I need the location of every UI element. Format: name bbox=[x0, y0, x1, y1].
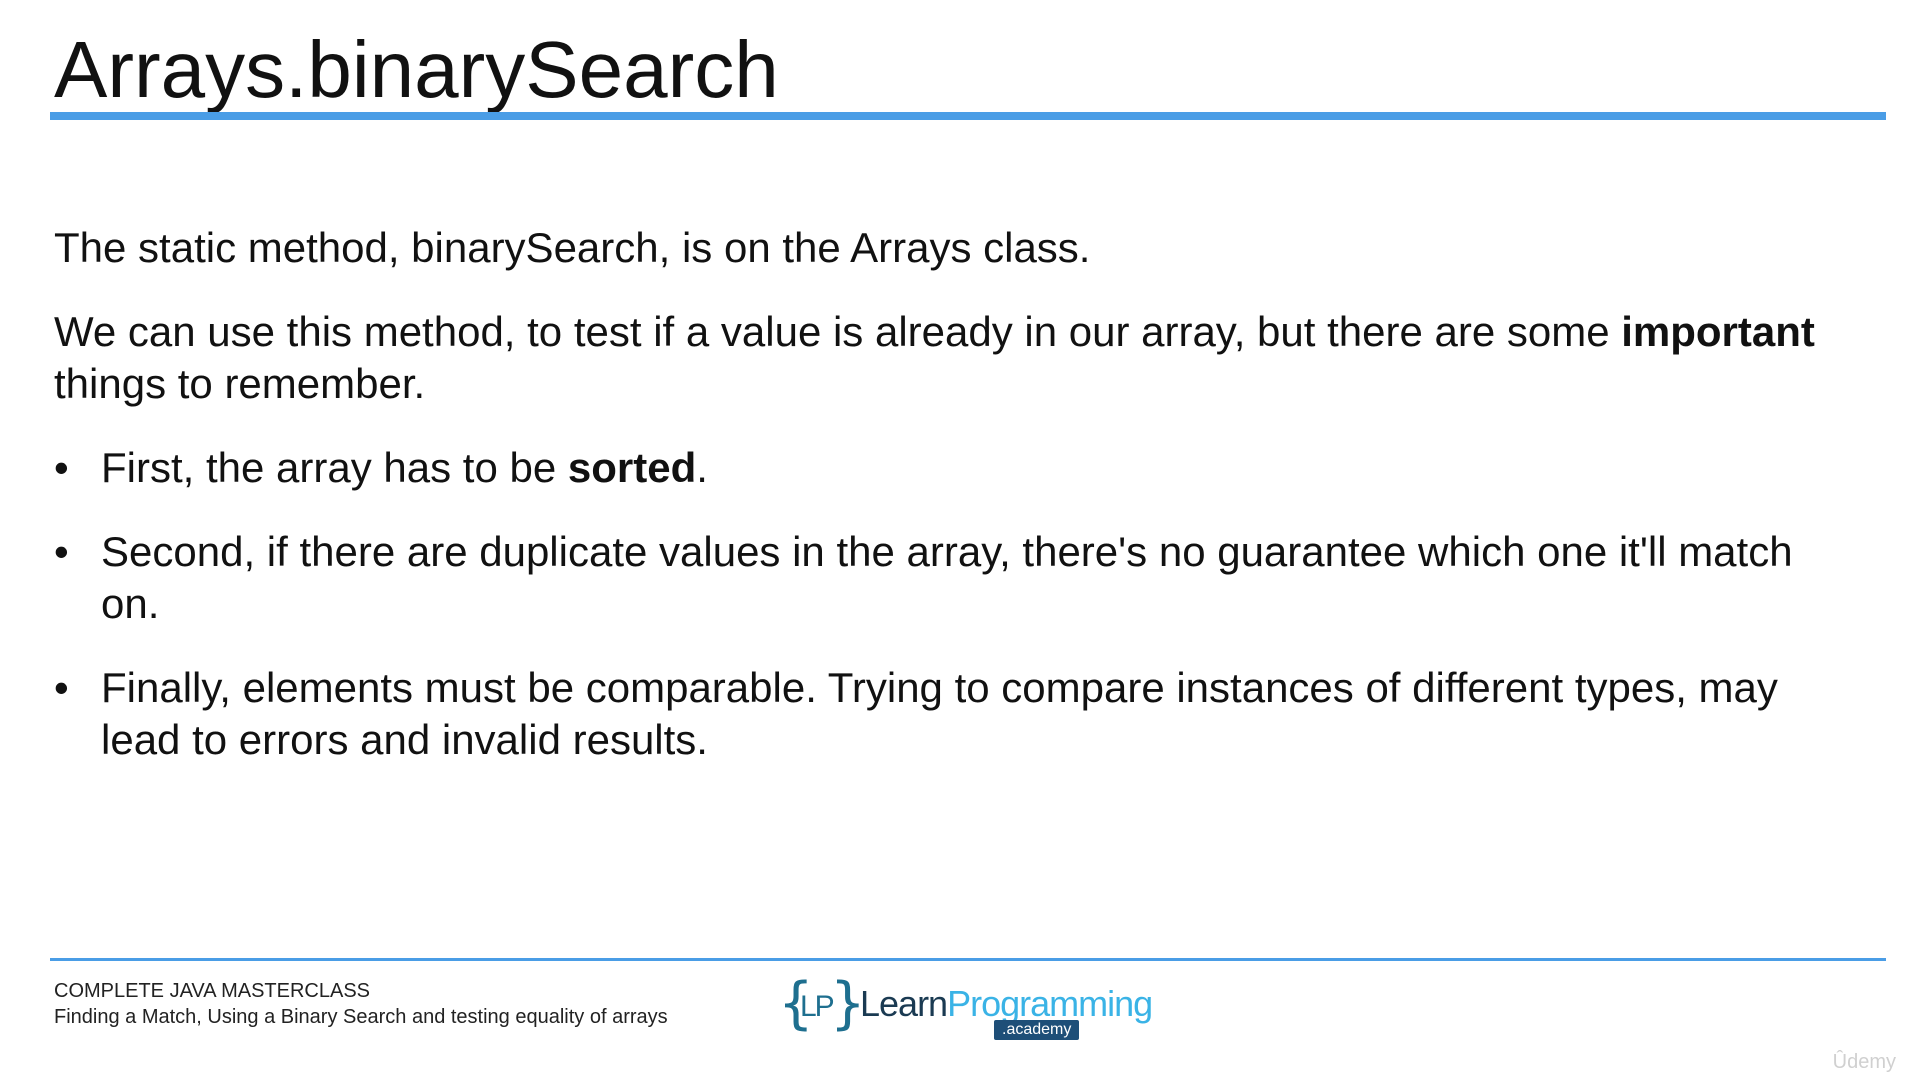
usage-text-end: things to remember. bbox=[54, 360, 426, 407]
course-name: COMPLETE JAVA MASTERCLASS bbox=[54, 980, 371, 1002]
bullet-item-sorted: • First, the array has to be sorted. bbox=[54, 442, 1854, 494]
logo-academy-badge: .academy bbox=[994, 1020, 1080, 1040]
emphasis-sorted: sorted bbox=[567, 444, 697, 491]
bullet-text: Second, if there are duplicate values in… bbox=[101, 528, 1793, 627]
bullet-text: Finally, elements must be comparable. Tr… bbox=[101, 664, 1778, 763]
slide-title: Arrays.binarySearch bbox=[54, 25, 779, 114]
logo-wordmark: LearnProgramming bbox=[860, 983, 1153, 1024]
title-underline bbox=[50, 112, 1886, 120]
lecture-title: Finding a Match, Using a Binary Search a… bbox=[54, 1006, 668, 1028]
bullet-icon: • bbox=[54, 664, 69, 711]
footer-caption: COMPLETE JAVA MASTERCLASS Finding a Matc… bbox=[54, 978, 668, 1030]
logo-word-programming: Programming bbox=[947, 983, 1153, 1024]
emphasis-important: important bbox=[1621, 308, 1815, 355]
bullet-text-start: First, the array has to be bbox=[101, 444, 568, 491]
udemy-watermark: Ûdemy bbox=[1832, 1051, 1896, 1073]
bullet-item-duplicates: • Second, if there are duplicate values i… bbox=[54, 526, 1854, 630]
bullet-icon: • bbox=[54, 528, 69, 575]
bullet-text-end: . bbox=[696, 444, 708, 491]
bullet-icon: • bbox=[54, 444, 69, 491]
slide-body: The static method, binarySearch, is on t… bbox=[54, 222, 1854, 798]
usage-paragraph: We can use this method, to test if a val… bbox=[54, 306, 1854, 410]
bullet-list: • First, the array has to be sorted. • Sec… bbox=[54, 442, 1854, 766]
bullet-item-comparable: • Finally, elements must be comparable. T… bbox=[54, 662, 1854, 766]
intro-paragraph: The static method, binarySearch, is on t… bbox=[54, 224, 1091, 271]
logo-word-learn: Learn bbox=[860, 983, 948, 1024]
footer-divider bbox=[50, 958, 1886, 961]
usage-text-start: We can use this method, to test if a val… bbox=[54, 308, 1622, 355]
logo-monogram: LP bbox=[800, 990, 835, 1023]
learnprogramming-logo: { LP } LearnProgramming .academy bbox=[778, 976, 1153, 1044]
